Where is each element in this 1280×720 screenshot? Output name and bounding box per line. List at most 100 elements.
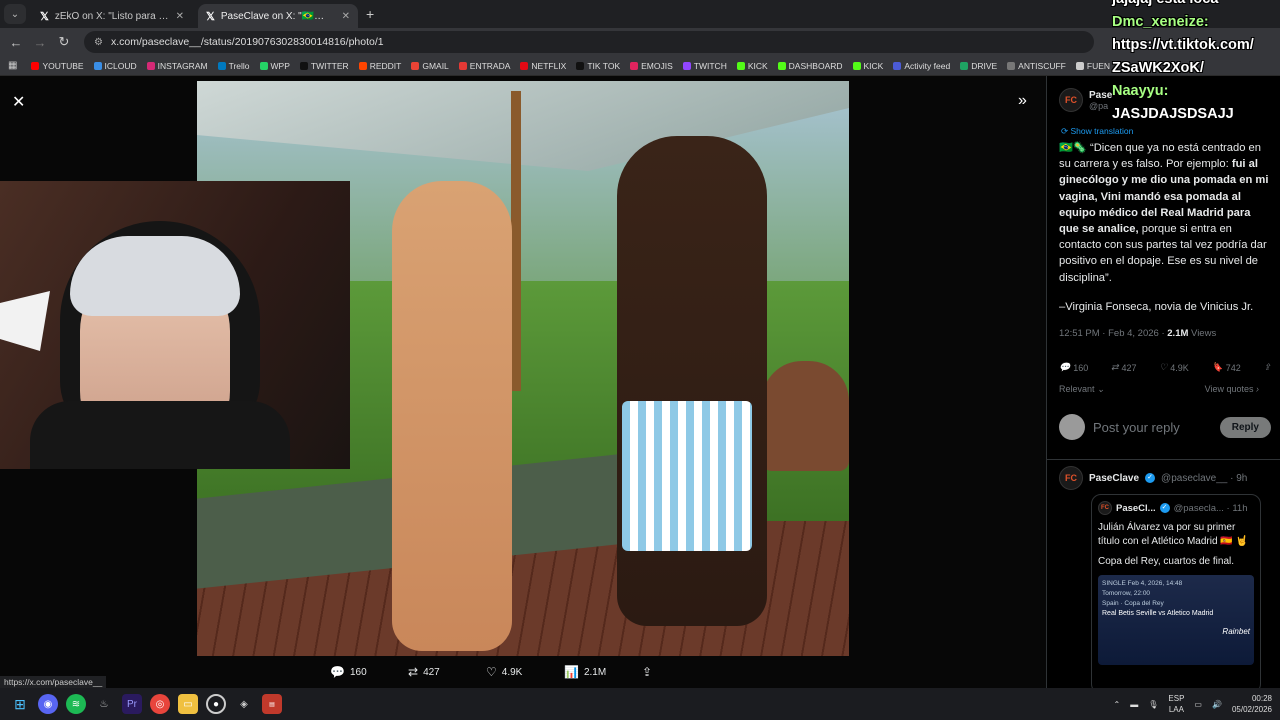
bookmark-netflix[interactable]: NETFLIX xyxy=(520,61,566,71)
forward-icon[interactable]: → xyxy=(28,35,52,50)
repost-action[interactable]: ⇄ 427 xyxy=(408,664,486,680)
url-input[interactable]: ⚙ x.com/paseclave__/status/2019076302830… xyxy=(84,31,1094,53)
x-logo-icon: 𝕏 xyxy=(206,10,215,23)
reply-action[interactable]: 💬 160 xyxy=(330,664,408,680)
kick-icon xyxy=(736,61,745,70)
bookmark-stat[interactable]: 🔖 742 xyxy=(1211,362,1240,373)
apps-grid-icon[interactable]: ▦ xyxy=(8,60,17,71)
site-info-icon[interactable]: ⚙ xyxy=(94,37,103,48)
avatar xyxy=(1059,414,1085,440)
like-action[interactable]: ♡ 4.9K xyxy=(486,664,564,680)
relevant-dropdown[interactable]: Relevant ⌄ xyxy=(1059,384,1105,395)
bookmark-dashboard[interactable]: DASHBOARD xyxy=(777,61,843,71)
bookmark-kick[interactable]: KICK xyxy=(736,61,768,71)
share-stat[interactable]: ⇪ xyxy=(1263,362,1271,373)
close-tab-icon[interactable]: ✕ xyxy=(342,11,350,22)
wall-logo xyxy=(0,291,50,351)
kick-icon xyxy=(777,61,786,70)
close-icon[interactable]: ✕ xyxy=(12,92,25,112)
verified-icon: ✓ xyxy=(1159,503,1170,513)
bookmark-fuen[interactable]: FUEN xyxy=(1075,61,1110,71)
volume-icon[interactable]: 🔊 xyxy=(1212,700,1222,709)
heart-icon: ♡ xyxy=(1159,362,1168,372)
reply-button[interactable]: Reply xyxy=(1219,416,1271,438)
tab-zeko[interactable]: 𝕏 zEkO on X: "Listo para la oficina ✕ xyxy=(32,4,192,28)
repost-icon: ⇄ xyxy=(408,665,419,679)
views-icon: 📊 xyxy=(564,665,579,679)
show-translation-link[interactable]: ⟳ Show translation xyxy=(1061,126,1133,137)
tab-paseclave[interactable]: 𝕏 PaseClave on X: "🇧🇷🦠 "Dicen q ✕ xyxy=(198,4,358,28)
chrome-icon[interactable]: ◎ xyxy=(150,694,170,714)
bookmark-antiscuff[interactable]: ANTISCUFF xyxy=(1007,61,1066,71)
bookmark-youtube[interactable]: YOUTUBE xyxy=(31,61,84,71)
chevron-up-icon[interactable]: ⌃ xyxy=(1114,700,1121,709)
new-tab-button[interactable]: + xyxy=(366,6,374,22)
icloud-icon xyxy=(93,61,102,70)
close-tab-icon[interactable]: ✕ xyxy=(176,11,184,22)
avatar[interactable]: FC xyxy=(1059,466,1083,490)
file-explorer-icon[interactable]: ▭ xyxy=(178,694,198,714)
app-icon[interactable]: ◈ xyxy=(234,694,254,714)
reply-tweet-header[interactable]: FC PaseClave ✓ @paseclave__ · 9h xyxy=(1059,466,1247,490)
kick-icon xyxy=(852,61,861,70)
language-indicator[interactable]: ESP LAA xyxy=(1168,693,1184,715)
bookmark-drive[interactable]: DRIVE xyxy=(960,61,997,71)
bookmark-kick-2[interactable]: KICK xyxy=(852,61,883,71)
back-icon[interactable]: ← xyxy=(4,35,28,50)
bookmark-icloud[interactable]: ICLOUD xyxy=(93,61,137,71)
x-icon xyxy=(299,61,308,70)
microphone-icon[interactable]: 🎙 xyxy=(1148,700,1158,709)
windows-start-icon[interactable]: ⊞ xyxy=(10,694,30,714)
bookmark-tiktok[interactable]: TIK TOK xyxy=(576,61,620,71)
quoted-tweet[interactable]: FC PaseCl... ✓ @pasecla... · 11h Julián … xyxy=(1091,494,1261,688)
bookmark-reddit[interactable]: REDDIT xyxy=(358,61,401,71)
chat-message: ZSaWK2XoK/ xyxy=(1112,60,1204,76)
tab-search-button[interactable]: ⌄ xyxy=(4,4,26,24)
quote-attribution: –Virginia Fonseca, novia de Vinicius Jr. xyxy=(1059,301,1254,313)
tab-title: PaseClave on X: "🇧🇷🦠 "Dicen q xyxy=(220,10,336,22)
obs-icon[interactable]: ● xyxy=(206,694,226,714)
rainbet-logo: Rainbet xyxy=(1222,627,1250,636)
bookmark-twitch[interactable]: TWITCH xyxy=(682,61,727,71)
bookmark-instagram[interactable]: INSTAGRAM xyxy=(146,61,208,71)
tab-bar: ⌄ 𝕏 zEkO on X: "Listo para la oficina ✕ … xyxy=(0,0,1280,28)
discord-icon[interactable]: ◉ xyxy=(38,694,58,714)
bookmark-twitter[interactable]: TWITTER xyxy=(299,61,349,71)
status-bar-url: https://x.com/paseclave__ xyxy=(0,676,107,688)
view-quotes-link[interactable]: View quotes › xyxy=(1205,384,1259,395)
spotify-icon[interactable]: ≋ xyxy=(66,694,86,714)
bookmark-wpp[interactable]: WPP xyxy=(259,61,290,71)
bookmark-trello[interactable]: Trello xyxy=(217,61,250,71)
flag-icon[interactable]: ▬ xyxy=(1130,700,1138,709)
photo-person-right xyxy=(617,136,767,626)
display-icon[interactable]: ▭ xyxy=(1194,700,1202,709)
twitch-icon xyxy=(682,61,691,70)
steam-icon[interactable]: ♨ xyxy=(94,694,114,714)
bookmark-activity-feed[interactable]: Activity feed xyxy=(893,61,950,71)
bookmark-gmail[interactable]: GMAIL xyxy=(411,61,449,71)
avatar[interactable]: FC xyxy=(1059,88,1083,112)
photo-person-left xyxy=(392,181,512,651)
collapse-sidebar-icon[interactable]: » xyxy=(1018,92,1027,110)
webcam-hair xyxy=(70,236,240,316)
premiere-icon[interactable]: Pr xyxy=(122,694,142,714)
chat-username: Dmc_xeneize: xyxy=(1112,14,1209,30)
quoted-tweet-text-2: Copa del Rey, cuartos de final. xyxy=(1098,556,1235,567)
reply-input[interactable]: Post your reply xyxy=(1093,420,1212,435)
reload-icon[interactable]: ↻ xyxy=(52,34,76,50)
tweet-author[interactable]: FC Pase @pa xyxy=(1059,88,1112,112)
clock[interactable]: 00:28 05/02/2026 xyxy=(1232,693,1272,715)
like-stat[interactable]: ♡ 4.9K xyxy=(1159,362,1189,373)
bookmarks-bar: ▦ YOUTUBE ICLOUD INSTAGRAM Trello WPP TW… xyxy=(0,56,1280,76)
share-action[interactable]: ⇪ xyxy=(642,664,720,680)
app-icon[interactable]: ▤ xyxy=(262,694,282,714)
bookmark-emojis[interactable]: EMOJIS xyxy=(630,61,673,71)
reply-stat[interactable]: 💬 160 xyxy=(1059,362,1088,373)
repost-stat[interactable]: ⇄ 427 xyxy=(1111,362,1137,373)
quoted-tweet-header: FC PaseCl... ✓ @pasecla... · 11h xyxy=(1098,501,1254,515)
tweet-meta: 12:51 PM · Feb 4, 2026 · 2.1M Views xyxy=(1059,328,1217,339)
bookmark-entrada[interactable]: ENTRADA xyxy=(458,61,510,71)
chat-overlay: jajajaj esta loca Dmc_xeneize: https://v… xyxy=(1108,0,1280,126)
chevron-right-icon: › xyxy=(1256,384,1259,394)
views-action[interactable]: 📊 2.1M xyxy=(564,664,642,680)
